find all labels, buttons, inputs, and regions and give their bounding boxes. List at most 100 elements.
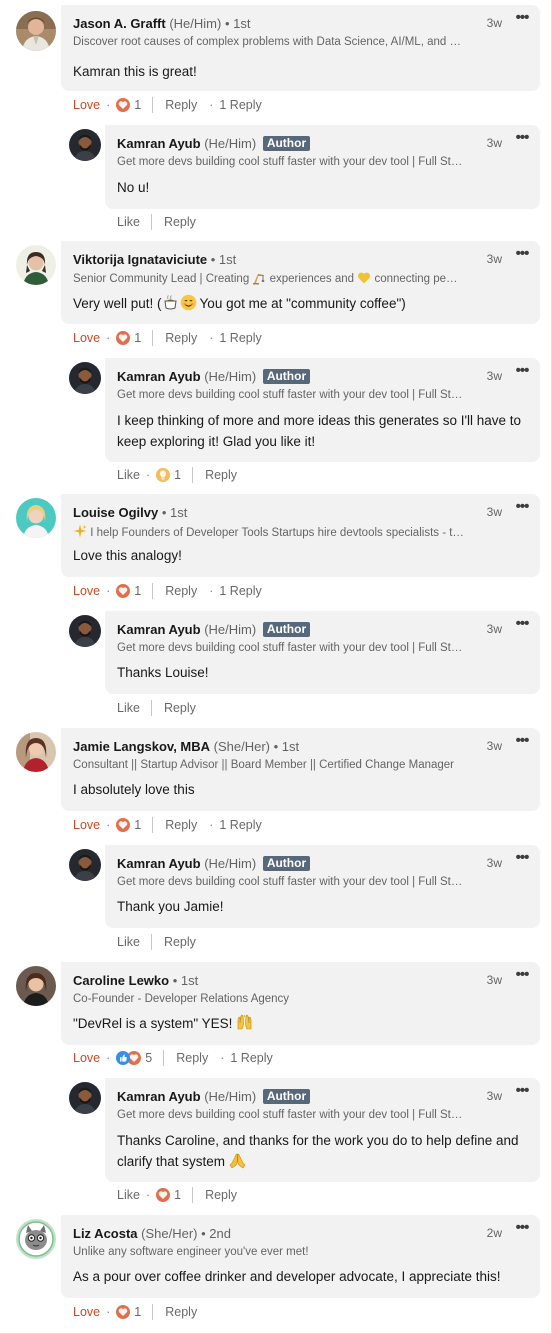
author-name[interactable]: Kamran Ayub (117, 369, 201, 384)
like-button[interactable]: Like (117, 701, 140, 715)
comment-author[interactable]: Jamie Langskov, MBA (She/Her) • 1st (73, 739, 460, 755)
divider (150, 214, 152, 230)
more-options-icon[interactable]: ••• (512, 10, 532, 27)
divider (192, 1187, 194, 1203)
reaction-summary[interactable]: 1 (156, 468, 181, 482)
author-name[interactable]: Jason A. Grafft (73, 16, 166, 31)
reply-actions: Like · 1 Reply (117, 467, 238, 483)
author-name[interactable]: Kamran Ayub (117, 856, 201, 871)
replies-count-link[interactable]: 1 Reply (230, 1051, 272, 1065)
avatar[interactable] (69, 849, 101, 881)
love-reaction-button[interactable]: Love (73, 818, 100, 832)
avatar[interactable] (69, 129, 101, 161)
avatar[interactable] (69, 1082, 101, 1114)
comment-author[interactable]: Louise Ogilvy • 1st (73, 505, 460, 521)
reply-button[interactable]: Reply (165, 1305, 197, 1319)
love-reaction-button[interactable]: Love (73, 1051, 100, 1065)
avatar[interactable] (16, 732, 56, 772)
more-options-icon[interactable]: ••• (512, 1220, 532, 1237)
avatar[interactable] (16, 498, 56, 538)
reply-button[interactable]: Reply (164, 701, 196, 715)
love-reaction-button[interactable]: Love (73, 331, 100, 345)
divider (163, 1050, 165, 1066)
more-options-icon[interactable]: ••• (512, 130, 532, 147)
reply-button[interactable]: Reply (165, 331, 197, 345)
more-options-icon[interactable]: ••• (512, 733, 532, 750)
reply-author[interactable]: Kamran Ayub (He/Him) Author (117, 1089, 460, 1105)
like-button[interactable]: Like (117, 468, 140, 482)
author-name[interactable]: Kamran Ayub (117, 622, 201, 637)
author-name[interactable]: Jamie Langskov, MBA (73, 739, 210, 754)
author-name[interactable]: Liz Acosta (73, 1226, 138, 1241)
love-reaction-button[interactable]: Love (73, 98, 100, 112)
avatar[interactable] (16, 245, 56, 285)
author-name[interactable]: Kamran Ayub (117, 136, 201, 151)
more-options-icon[interactable]: ••• (512, 1083, 532, 1100)
comment-text: Kamran this is great! (73, 64, 197, 79)
reply-button[interactable]: Reply (164, 215, 196, 229)
comment-author[interactable]: Jason A. Grafft (He/Him) • 1st (73, 16, 460, 32)
replies-count-link[interactable]: 1 Reply (219, 584, 261, 598)
author-name[interactable]: Caroline Lewko (73, 973, 169, 988)
avatar[interactable] (69, 615, 101, 647)
reply-button[interactable]: Reply (205, 1188, 237, 1202)
reply-author[interactable]: Kamran Ayub (He/Him) Author (117, 856, 460, 872)
love-icon (116, 818, 131, 832)
reaction-summary[interactable]: 1 (116, 98, 141, 112)
divider (152, 817, 154, 833)
reaction-summary[interactable]: 1 (116, 584, 141, 598)
author-name[interactable]: Louise Ogilvy (73, 505, 158, 520)
author-name[interactable]: Viktorija Ignataviciute (73, 252, 207, 267)
author-name[interactable]: Kamran Ayub (117, 1089, 201, 1104)
avatar[interactable] (16, 1219, 56, 1259)
replies-count-link[interactable]: 1 Reply (219, 331, 261, 345)
more-options-icon[interactable]: ••• (512, 363, 532, 380)
more-options-icon[interactable]: ••• (512, 246, 532, 263)
more-options-icon[interactable]: ••• (512, 967, 532, 984)
comment-author[interactable]: Liz Acosta (She/Her) • 2nd (73, 1226, 460, 1242)
comment-bubble: Caroline Lewko • 1st Co-Founder - Develo… (61, 962, 540, 1045)
reply-button[interactable]: Reply (176, 1051, 208, 1065)
reply-button[interactable]: Reply (164, 935, 196, 949)
comment-time: 3w (486, 16, 502, 30)
reply-button[interactable]: Reply (205, 468, 237, 482)
like-button[interactable]: Like (117, 935, 140, 949)
comments-thread: Jason A. Grafft (He/Him) • 1st Discover … (0, 0, 552, 1334)
reaction-summary[interactable]: 1 (116, 1305, 141, 1319)
reply-button[interactable]: Reply (165, 98, 197, 112)
raising-hands-icon (236, 1014, 253, 1031)
comment-time: 3w (486, 505, 502, 519)
reaction-summary[interactable]: 5 (116, 1051, 152, 1065)
like-button[interactable]: Like (117, 215, 140, 229)
replies-count-link[interactable]: 1 Reply (219, 818, 261, 832)
reply-author[interactable]: Kamran Ayub (He/Him) Author (117, 136, 460, 152)
comment-time: 3w (486, 973, 502, 987)
reaction-count: 1 (174, 468, 182, 482)
reply-author[interactable]: Kamran Ayub (He/Him) Author (117, 622, 460, 638)
reply-button[interactable]: Reply (165, 584, 197, 598)
replies-count-link[interactable]: 1 Reply (219, 98, 261, 112)
avatar[interactable] (16, 966, 56, 1006)
love-reaction-button[interactable]: Love (73, 584, 100, 598)
author-headline: Discover root causes of complex problems… (73, 36, 461, 48)
comment-bubble: Jamie Langskov, MBA (She/Her) • 1st Cons… (61, 728, 540, 811)
reaction-summary[interactable]: 1 (116, 818, 141, 832)
avatar[interactable] (69, 362, 101, 394)
reaction-summary[interactable]: 1 (156, 1188, 181, 1202)
comment-author[interactable]: Viktorija Ignataviciute • 1st (73, 252, 460, 268)
reply-button[interactable]: Reply (165, 818, 197, 832)
more-options-icon[interactable]: ••• (512, 499, 532, 516)
like-button[interactable]: Like (117, 1188, 140, 1202)
comment-actions: Love · 1 Reply · 1 Reply (73, 330, 262, 346)
coffee-icon (162, 294, 179, 311)
reaction-count: 1 (174, 1188, 182, 1202)
author-headline: Get more devs building cool stuff faster… (117, 389, 463, 401)
love-reaction-button[interactable]: Love (73, 1305, 100, 1319)
more-options-icon[interactable]: ••• (512, 616, 532, 633)
reaction-summary[interactable]: 1 (116, 331, 141, 345)
comment-author[interactable]: Caroline Lewko • 1st (73, 973, 460, 989)
reply-author[interactable]: Kamran Ayub (He/Him) Author (117, 369, 460, 385)
love-icon (116, 584, 131, 598)
avatar[interactable] (16, 11, 56, 51)
more-options-icon[interactable]: ••• (512, 850, 532, 867)
